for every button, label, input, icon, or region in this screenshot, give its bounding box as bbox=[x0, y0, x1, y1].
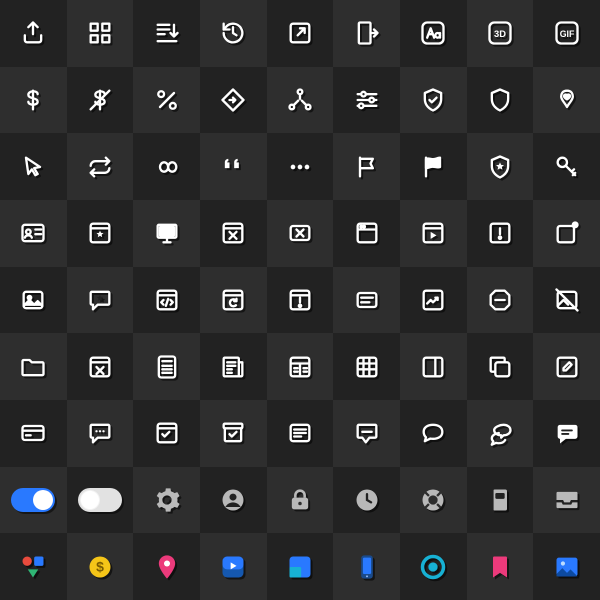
panel-split-icon bbox=[286, 353, 314, 381]
folder-icon bbox=[19, 353, 47, 381]
image-off-icon bbox=[553, 286, 581, 314]
settings-gear-icon bbox=[153, 486, 181, 514]
toggle-on-icon[interactable] bbox=[11, 488, 55, 512]
infinity-icon bbox=[153, 153, 181, 181]
diamond-turn-icon bbox=[219, 86, 247, 114]
open-external-icon bbox=[286, 19, 314, 47]
svg-text:GIF: GIF bbox=[559, 29, 574, 39]
inbox-icon bbox=[553, 486, 581, 514]
image-icon bbox=[19, 286, 47, 314]
shapes-icon bbox=[19, 553, 47, 581]
calc-window-icon bbox=[86, 353, 114, 381]
pin-icon bbox=[153, 553, 181, 581]
newspaper-icon bbox=[219, 353, 247, 381]
badge-gif-icon: GIF bbox=[553, 19, 581, 47]
window-blue-icon bbox=[286, 553, 314, 581]
ellipsis-icon bbox=[286, 153, 314, 181]
window-alert-icon bbox=[486, 219, 514, 247]
rect-x-icon bbox=[286, 219, 314, 247]
grid-apps-icon bbox=[86, 19, 114, 47]
square-dot-icon bbox=[553, 219, 581, 247]
logout-door-icon bbox=[353, 19, 381, 47]
chat-dots-sq-icon bbox=[86, 419, 114, 447]
flag-wave-icon bbox=[419, 153, 447, 181]
bookmark-icon bbox=[486, 553, 514, 581]
percent-icon bbox=[153, 86, 181, 114]
window-x-icon bbox=[219, 219, 247, 247]
chat-line-icon bbox=[353, 419, 381, 447]
dollar-off-icon bbox=[86, 86, 114, 114]
video-play-icon bbox=[419, 219, 447, 247]
browser-icon bbox=[353, 219, 381, 247]
stop-octagon-icon bbox=[486, 286, 514, 314]
copy-icon bbox=[486, 353, 514, 381]
list-panel-icon bbox=[286, 419, 314, 447]
code-window-icon bbox=[153, 286, 181, 314]
svg-text:3D: 3D bbox=[494, 29, 506, 39]
book-icon bbox=[486, 486, 514, 514]
shield-check-icon bbox=[419, 86, 447, 114]
badge-3d-icon: 3D bbox=[486, 19, 514, 47]
phone-icon bbox=[353, 553, 381, 581]
repeat-icon bbox=[86, 153, 114, 181]
window-star-icon bbox=[86, 219, 114, 247]
window-warn-icon bbox=[286, 286, 314, 314]
sidebar-icon bbox=[419, 353, 447, 381]
chat-star-icon bbox=[86, 286, 114, 314]
chat-fill-icon bbox=[553, 419, 581, 447]
checklist-icon bbox=[153, 419, 181, 447]
id-card-icon bbox=[19, 219, 47, 247]
chat-bubbles-icon bbox=[486, 419, 514, 447]
flag-icon bbox=[353, 153, 381, 181]
photo-icon bbox=[553, 553, 581, 581]
archive-check-icon bbox=[219, 419, 247, 447]
coin-dollar-icon: $ bbox=[86, 553, 114, 581]
table-icon bbox=[353, 353, 381, 381]
calculator-icon bbox=[153, 353, 181, 381]
panel-text-icon bbox=[353, 286, 381, 314]
toggle-off-icon[interactable] bbox=[78, 488, 122, 512]
svg-text:$: $ bbox=[96, 558, 104, 574]
clock-icon bbox=[353, 486, 381, 514]
lock-icon bbox=[286, 486, 314, 514]
key-icon bbox=[553, 153, 581, 181]
shield-icon bbox=[486, 86, 514, 114]
quote-icon bbox=[219, 153, 247, 181]
play-app-icon bbox=[219, 553, 247, 581]
monitor-icon bbox=[153, 219, 181, 247]
font-case-icon bbox=[419, 19, 447, 47]
history-reload-icon bbox=[219, 19, 247, 47]
shield-star-icon bbox=[486, 153, 514, 181]
chart-up-icon bbox=[419, 286, 447, 314]
cursor-arrow-icon bbox=[19, 153, 47, 181]
upload-icon bbox=[19, 19, 47, 47]
user-circle-icon bbox=[219, 486, 247, 514]
dollar-icon bbox=[19, 86, 47, 114]
edit-square-icon bbox=[553, 353, 581, 381]
life-ring-icon bbox=[419, 486, 447, 514]
browser-refresh-icon bbox=[219, 286, 247, 314]
sliders-icon bbox=[353, 86, 381, 114]
ribbon-heart-icon bbox=[553, 86, 581, 114]
share-nodes-icon bbox=[286, 86, 314, 114]
download-list-icon bbox=[153, 19, 181, 47]
target-icon bbox=[419, 553, 447, 581]
credit-card-icon bbox=[19, 419, 47, 447]
chat-bubble-icon bbox=[419, 419, 447, 447]
